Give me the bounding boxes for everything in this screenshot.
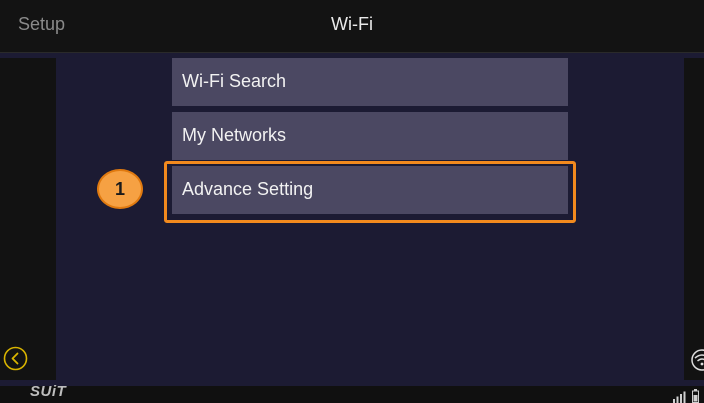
wifi-setup-screen: Setup Wi-Fi Wi-Fi Search My Networks Adv… — [0, 0, 704, 403]
chevron-left-circle-icon[interactable] — [3, 346, 28, 371]
brand-logo: SUiT — [30, 383, 67, 400]
header-bar: Setup Wi-Fi — [0, 0, 704, 53]
left-side-rail — [0, 58, 56, 380]
right-side-rail — [684, 58, 704, 380]
menu-item-label: Wi-Fi Search — [182, 71, 287, 91]
menu-item-wifi-search[interactable]: Wi-Fi Search — [172, 58, 568, 106]
menu-item-my-networks[interactable]: My Networks — [172, 112, 568, 160]
menu-item-label: My Networks — [182, 125, 287, 145]
status-footer — [0, 386, 704, 403]
battery-icon — [692, 389, 699, 403]
highlight-callout-box — [164, 161, 576, 223]
step-number-badge: 1 — [97, 169, 143, 209]
page-title: Wi-Fi — [331, 14, 373, 34]
wifi-icon[interactable] — [690, 348, 704, 372]
signal-bars-icon — [672, 390, 686, 403]
